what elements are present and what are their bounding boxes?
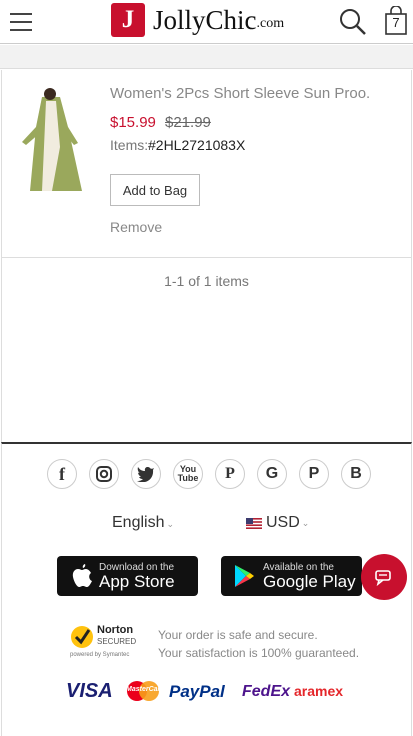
currency-select[interactable]: USD ⌄ — [246, 514, 309, 532]
social-links: f You Tube P G P B — [47, 459, 383, 489]
product-image[interactable] — [12, 87, 90, 199]
logo[interactable]: J JollyChic .com — [111, 3, 284, 37]
secure-order-text: Your order is safe and secure. — [158, 628, 318, 642]
logo-mark: J — [111, 3, 145, 37]
page-top-band — [0, 45, 413, 69]
product-title[interactable]: Women's 2Pcs Short Sleeve Sun Proo... — [110, 85, 370, 102]
hamburger-menu-icon[interactable] — [8, 9, 34, 35]
language-value: English — [112, 514, 165, 531]
p-icon[interactable]: P — [299, 459, 329, 489]
chevron-down-icon: ⌄ — [166, 519, 175, 529]
remove-link[interactable]: Remove — [110, 219, 162, 235]
chat-button[interactable] — [361, 554, 407, 600]
pagination-text: 1-1 of 1 items — [164, 273, 249, 289]
logo-name: JollyChic — [153, 4, 257, 35]
product-price: $15.99 — [110, 114, 156, 131]
pinterest-icon[interactable]: P — [215, 459, 245, 489]
header: J JollyChic .com 7 — [0, 0, 413, 44]
app-store-badge[interactable]: Download on the App Store — [57, 556, 198, 596]
b-icon[interactable]: B — [341, 459, 371, 489]
fedex-logo: FedEx — [242, 683, 291, 700]
currency-value: USD — [266, 514, 300, 531]
facebook-icon[interactable]: f — [47, 459, 77, 489]
google-play-icon — [235, 565, 254, 587]
add-to-bag-button[interactable]: Add to Bag — [110, 174, 200, 206]
cart-button[interactable]: 7 — [383, 5, 409, 36]
norton-secured-badge: Norton SECURED powered by Symantec — [68, 621, 146, 661]
chat-icon — [375, 570, 391, 586]
us-flag-icon — [246, 517, 262, 529]
app-store-small-text: Download on the — [99, 561, 175, 573]
google-icon[interactable]: G — [257, 459, 287, 489]
visa-logo: VISA — [66, 680, 113, 702]
product-original-price: $21.99 — [165, 114, 211, 131]
google-play-big-text: Google Play — [263, 571, 356, 591]
cart-item: Women's 2Pcs Short Sleeve Sun Proo... $1… — [1, 70, 412, 258]
sku-label: Items: — [110, 137, 149, 153]
apple-icon — [72, 564, 92, 587]
chevron-down-icon: ⌄ — [301, 517, 310, 528]
app-store-big-text: App Store — [99, 571, 175, 591]
mastercard-logo: MasterCard — [126, 680, 165, 702]
norton-line1: Norton — [97, 624, 134, 636]
language-select[interactable]: English ⌄ — [112, 514, 174, 532]
search-icon[interactable] — [339, 8, 367, 36]
google-play-small-text: Available on the — [263, 561, 334, 573]
instagram-icon[interactable] — [89, 459, 119, 489]
mastercard-text: MasterCard — [126, 686, 165, 693]
paypal-logo: PayPal — [169, 682, 225, 701]
youtube-icon[interactable]: You Tube — [173, 459, 203, 489]
cart-count: 7 — [392, 15, 400, 30]
norton-line2: SECURED — [97, 637, 137, 646]
footer: f You Tube P G P B English ⌄ USD ⌄ Download… — [1, 442, 412, 736]
logo-suffix: .com — [256, 16, 285, 31]
twitter-icon[interactable] — [131, 459, 161, 489]
aramex-logo: aramex — [294, 683, 344, 699]
satisfaction-text: Your satisfaction is 100% guaranteed. — [158, 646, 360, 660]
sku-value: #2HL2721083X — [148, 137, 246, 153]
norton-line3: powered by Symantec — [70, 652, 130, 658]
google-play-badge[interactable]: Available on the Google Play — [221, 556, 362, 596]
